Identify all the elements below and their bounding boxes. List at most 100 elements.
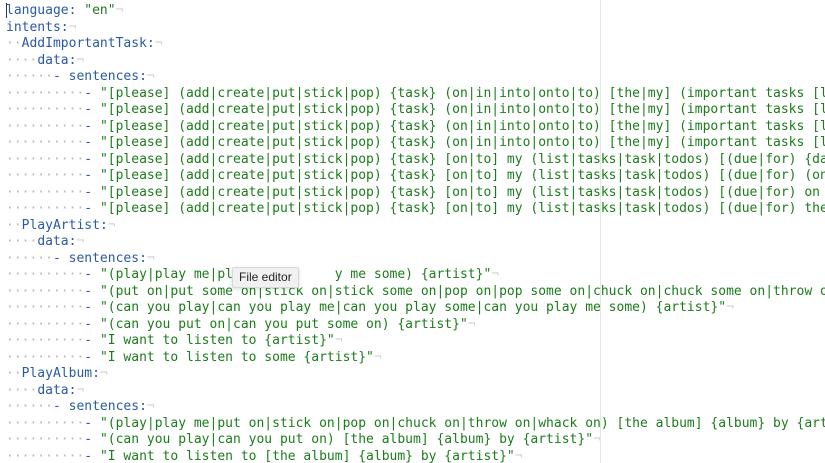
yaml-colon: : — [139, 69, 147, 84]
yaml-key: data — [37, 52, 69, 68]
code-line[interactable]: ··········- "[please] (add|create|put|st… — [6, 185, 825, 201]
yaml-value: "(can you play|can you play me|can you p… — [99, 300, 727, 315]
indent-whitespace: ·········· — [6, 118, 85, 134]
code-line[interactable]: intents:¬ — [6, 20, 76, 36]
code-line[interactable]: ··········- "I want to listen to {artist… — [6, 333, 343, 349]
yaml-key: intents — [6, 19, 61, 35]
yaml-key: data — [37, 382, 69, 398]
yaml-key: - — [84, 415, 100, 431]
yaml-value: "[please] (add|create|put|stick|pop) {ta… — [99, 118, 825, 134]
line-end-marker: ¬ — [467, 316, 476, 332]
indent-whitespace: ·········· — [6, 184, 85, 200]
yaml-key: - sentences — [52, 69, 140, 84]
yaml-key: - — [84, 448, 100, 463]
indent-whitespace: ·········· — [6, 333, 85, 348]
code-line[interactable]: ······- sentences:¬ — [6, 399, 155, 415]
code-line[interactable]: ··AddImportantTask:¬ — [6, 36, 163, 52]
yaml-key: - — [84, 333, 100, 348]
yaml-colon: : — [92, 366, 100, 381]
code-line[interactable]: ······- sentences:¬ — [6, 69, 155, 85]
yaml-colon: : — [60, 19, 69, 35]
yaml-colon: : — [139, 250, 147, 266]
column-ruler — [600, 0, 601, 463]
yaml-value: "I want to listen to {artist}" — [99, 333, 335, 348]
yaml-value: "[please] (add|create|put|stick|pop) {ta… — [99, 184, 825, 200]
line-end-marker: ¬ — [154, 36, 163, 51]
code-line[interactable]: ··PlayAlbum:¬ — [6, 366, 108, 382]
indent-whitespace: ·········· — [6, 168, 85, 183]
code-line[interactable]: ··········- "(put on|put some on|stick o… — [6, 284, 825, 300]
line-end-marker: ¬ — [76, 52, 85, 68]
yaml-value: "[please] (add|create|put|stick|pop) {ta… — [99, 151, 825, 167]
code-line[interactable]: ··········- "[please] (add|create|put|st… — [6, 102, 825, 118]
code-line[interactable]: ··········- "(play|play me|put on|stick … — [6, 416, 825, 432]
yaml-key: data — [37, 234, 69, 249]
indent-whitespace: ·········· — [6, 151, 85, 167]
line-end-marker: ¬ — [334, 333, 343, 348]
code-line[interactable]: language: "en"¬ — [6, 3, 123, 19]
yaml-colon: : — [139, 399, 147, 414]
line-end-marker: ¬ — [68, 19, 77, 35]
code-line[interactable]: ····data:¬ — [6, 383, 84, 399]
yaml-value: "(can you play|can you put on) [the albu… — [99, 432, 594, 447]
code-line[interactable]: ······- sentences:¬ — [6, 251, 155, 267]
indent-whitespace: ·········· — [6, 300, 85, 315]
indent-whitespace: ·········· — [6, 349, 85, 365]
indent-whitespace: ······ — [6, 399, 53, 414]
line-end-marker: ¬ — [726, 300, 734, 315]
code-line[interactable]: ··········- "[please] (add|create|put|st… — [6, 168, 825, 184]
indent-whitespace: ·· — [6, 36, 22, 51]
yaml-key: - — [84, 135, 100, 150]
line-end-marker: ¬ — [146, 250, 155, 266]
file-editor-tooltip: File editor — [232, 267, 299, 288]
yaml-value: "[please] (add|create|put|stick|pop) {ta… — [99, 201, 825, 216]
yaml-value: "[please] (add|create|put|stick|pop) {ta… — [99, 85, 825, 101]
indent-whitespace: ·········· — [6, 102, 85, 117]
yaml-value: "(play|play me|put on|stick on|pop on|ch… — [99, 415, 825, 431]
indent-whitespace: ·········· — [6, 135, 85, 150]
yaml-key: - — [84, 151, 100, 167]
yaml-colon: : — [146, 36, 155, 51]
indent-whitespace: ·········· — [6, 85, 85, 101]
indent-whitespace: ·········· — [6, 415, 85, 431]
yaml-key: - — [84, 316, 100, 332]
line-end-marker: ¬ — [146, 69, 155, 84]
yaml-key: - sentences — [52, 399, 140, 414]
yaml-value: "I want to listen to [the album] {album}… — [99, 448, 515, 463]
yaml-value: "(can you put on|can you put some on) {a… — [99, 316, 468, 332]
text-cursor — [6, 3, 7, 18]
yaml-key: AddImportantTask — [21, 36, 147, 51]
code-line[interactable]: ··········- "[please] (add|create|put|st… — [6, 135, 825, 151]
code-line[interactable]: ··········- "[please] (add|create|put|st… — [6, 201, 825, 217]
line-end-marker: ¬ — [99, 366, 108, 381]
yaml-key: - — [84, 349, 100, 365]
code-line[interactable]: ··········- "(can you play|can you play … — [6, 300, 734, 316]
code-line[interactable]: ··········- "I want to listen to [the al… — [6, 449, 523, 463]
code-line[interactable]: ··········- "[please] (add|create|put|st… — [6, 152, 825, 168]
yaml-value: "[please] (add|create|put|stick|pop) {ta… — [99, 168, 825, 183]
indent-whitespace: ···· — [6, 234, 38, 249]
yaml-key: - — [84, 432, 100, 447]
yaml-key: PlayAlbum — [21, 366, 93, 381]
code-line[interactable]: ··········- "[please] (add|create|put|st… — [6, 86, 825, 102]
yaml-key: - — [84, 267, 100, 282]
yaml-key: - — [84, 102, 100, 117]
code-line[interactable]: ··········- "[please] (add|create|put|st… — [6, 119, 825, 135]
indent-whitespace: ······ — [6, 250, 53, 266]
line-end-marker: ¬ — [373, 349, 382, 365]
code-line[interactable]: ··········- "I want to listen to some {a… — [6, 350, 382, 366]
yaml-key: PlayArtist — [21, 217, 100, 233]
yaml-value: "[please] (add|create|put|stick|pop) {ta… — [99, 102, 825, 117]
yaml-value: "en" — [76, 3, 116, 18]
code-line[interactable]: ····data:¬ — [6, 234, 84, 250]
code-line[interactable]: ··········- "(can you play|can you put o… — [6, 432, 601, 448]
indent-whitespace: ·········· — [6, 267, 85, 282]
file-editor[interactable]: language: "en"¬ intents:¬ ··AddImportantTa… — [0, 0, 825, 463]
yaml-key: - — [84, 168, 100, 183]
code-line[interactable]: ····data:¬ — [6, 53, 84, 69]
line-end-marker: ¬ — [491, 267, 500, 282]
code-line[interactable]: ··PlayArtist:¬ — [6, 218, 116, 234]
yaml-value: "I want to listen to some {artist}" — [99, 349, 374, 365]
code-line[interactable]: ··········- "(can you put on|can you put… — [6, 317, 476, 333]
yaml-key: language — [6, 3, 69, 18]
